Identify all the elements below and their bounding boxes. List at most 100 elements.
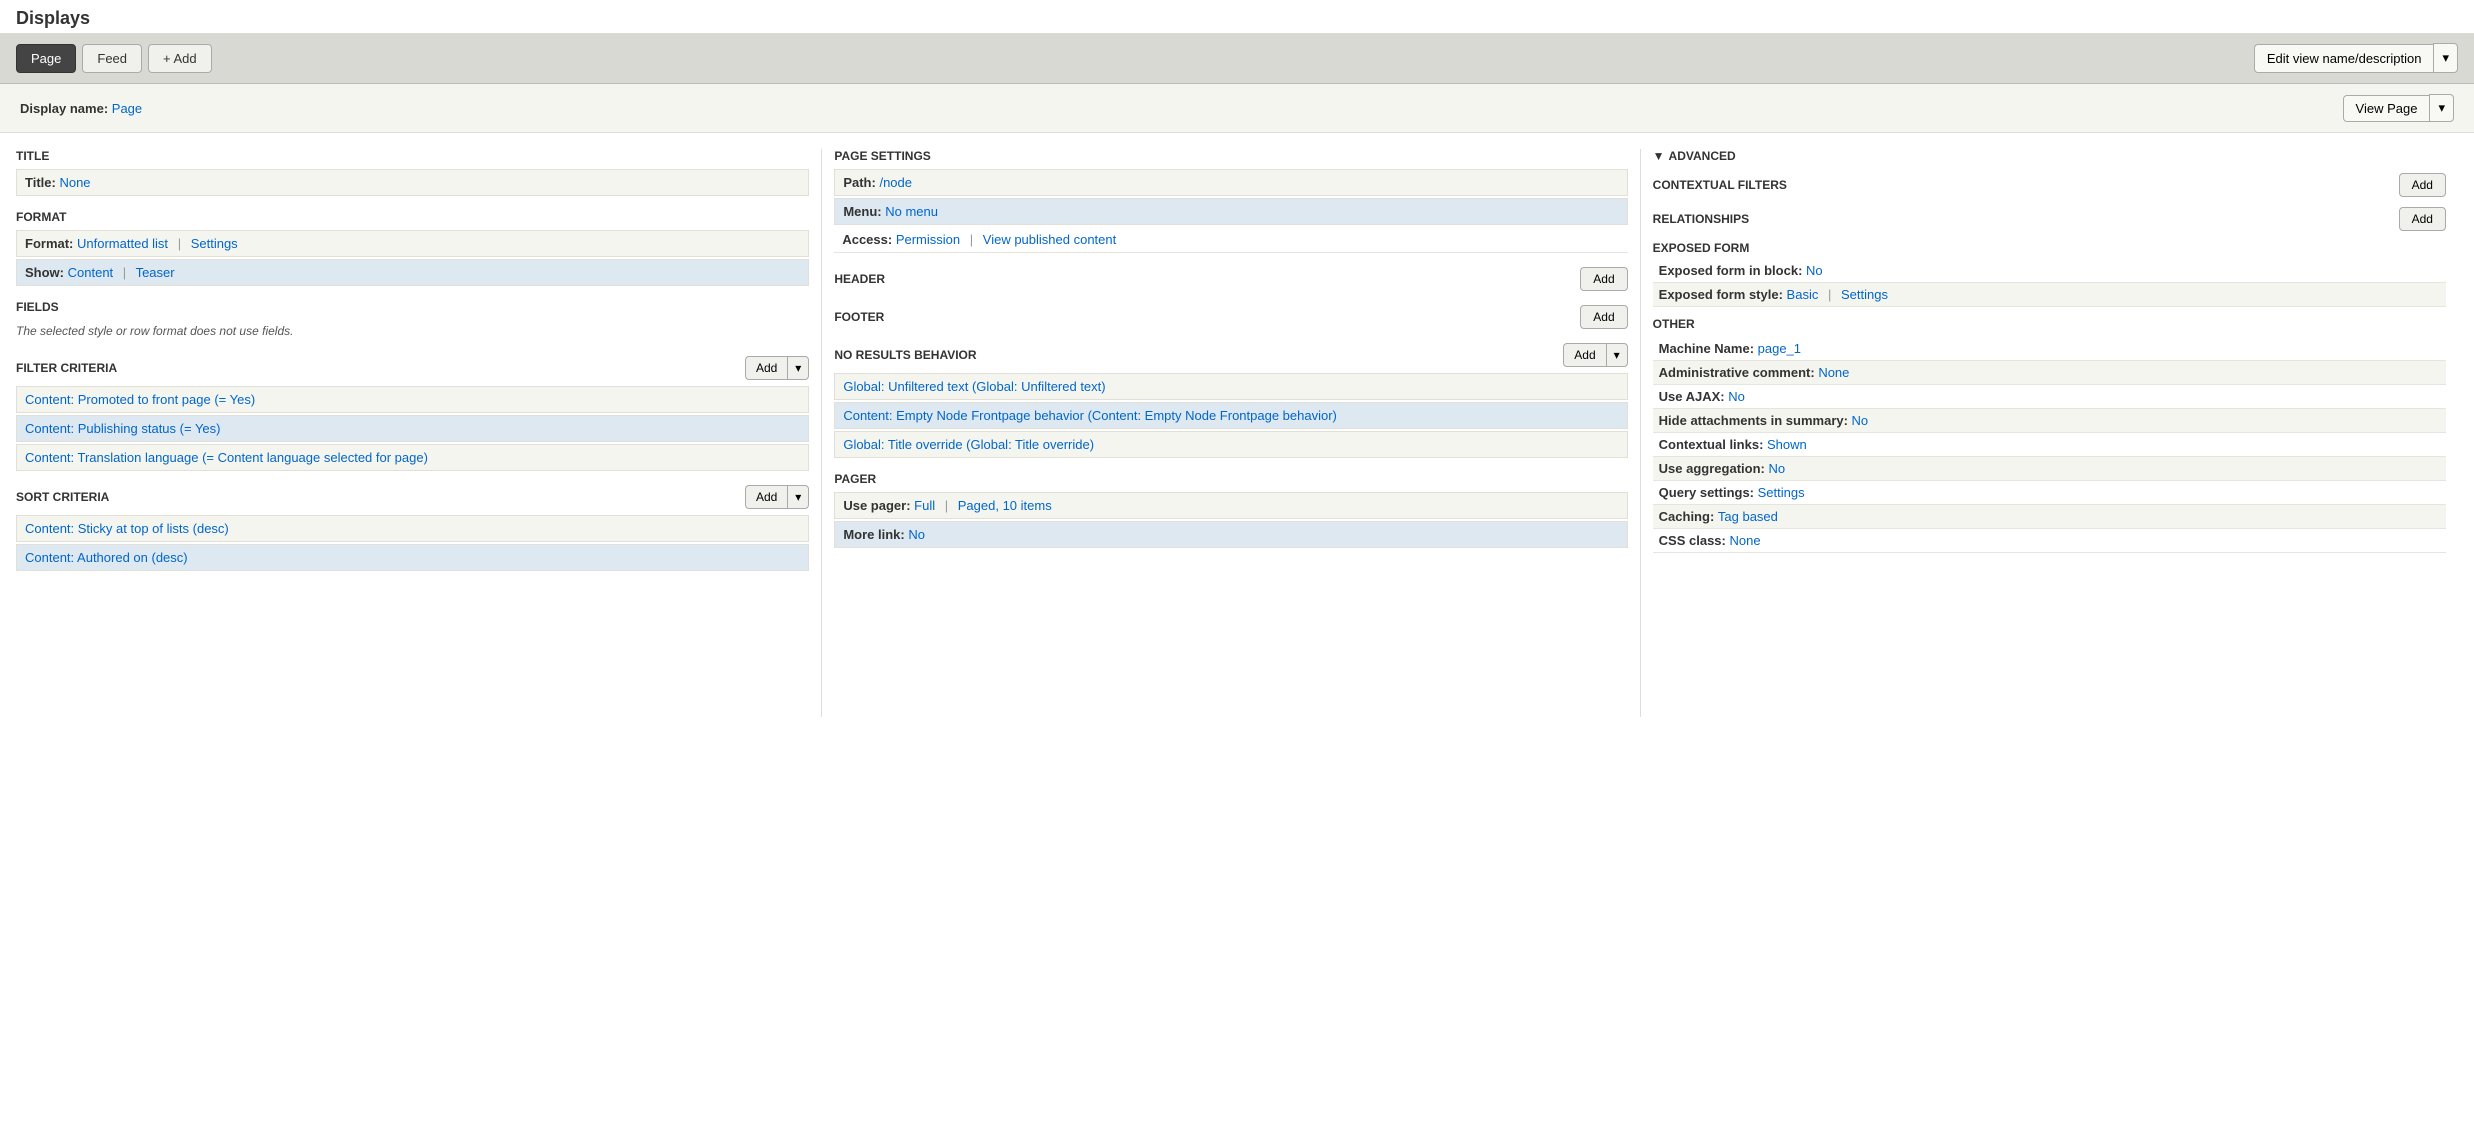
other-item-4: Contextual links: Shown — [1653, 433, 2446, 457]
relationships-section: RELATIONSHIPS Add — [1653, 207, 2446, 231]
use-pager-value[interactable]: Full — [914, 498, 935, 513]
access-row: Access: Permission | View published cont… — [834, 227, 1627, 253]
top-bar: Page Feed + Add Edit view name/descripti… — [0, 33, 2474, 84]
fields-note: The selected style or row format does no… — [16, 320, 809, 342]
other-contextual-links[interactable]: Shown — [1767, 437, 1807, 452]
exposed-form-in-block-row: Exposed form in block: No — [1653, 259, 2446, 283]
exposed-form-style-value[interactable]: Basic — [1787, 287, 1819, 302]
view-page-dropdown[interactable]: ▾ — [2429, 94, 2454, 122]
tab-add[interactable]: + Add — [148, 44, 212, 73]
format-value[interactable]: Unformatted list — [77, 236, 168, 251]
edit-view-name-button[interactable]: Edit view name/description — [2254, 44, 2434, 73]
other-item-8: CSS class: None — [1653, 529, 2446, 553]
view-page-group: View Page ▾ — [2343, 94, 2454, 122]
title-section-header: TITLE — [16, 149, 809, 163]
other-item-2: Use AJAX: No — [1653, 385, 2446, 409]
exposed-form-style-row: Exposed form style: Basic | Settings — [1653, 283, 2446, 307]
access-value[interactable]: Permission — [896, 232, 960, 247]
title-value[interactable]: None — [59, 175, 90, 190]
other-section-header: OTHER — [1653, 317, 2446, 331]
filter-item-0: Content: Promoted to front page (= Yes) — [16, 386, 809, 413]
exposed-form-header: EXPOSED FORM — [1653, 241, 2446, 255]
no-results-header: NO RESULTS BEHAVIOR Add ▾ — [834, 343, 1627, 367]
no-results-section: NO RESULTS BEHAVIOR Add ▾ Global: Unfilt… — [834, 343, 1627, 458]
other-caching[interactable]: Tag based — [1718, 509, 1778, 524]
display-name-value[interactable]: Page — [112, 101, 142, 116]
view-page-button[interactable]: View Page — [2343, 95, 2430, 122]
middle-column: PAGE SETTINGS Path: /node Menu: No menu … — [822, 149, 1640, 717]
left-column: TITLE Title: None FORMAT Format: Unforma… — [16, 149, 822, 717]
path-value[interactable]: /node — [879, 175, 912, 190]
sort-add-group: Add ▾ — [745, 485, 809, 509]
format-section: FORMAT Format: Unformatted list | Settin… — [16, 210, 809, 286]
relationships-add-button[interactable]: Add — [2399, 207, 2446, 231]
header-add-button[interactable]: Add — [1580, 267, 1627, 291]
sort-criteria-header: SORT CRITERIA Add ▾ — [16, 485, 809, 509]
page-settings-section: PAGE SETTINGS Path: /node Menu: No menu … — [834, 149, 1627, 253]
filter-add-button[interactable]: Add — [745, 356, 787, 380]
path-row: Path: /node — [834, 169, 1627, 196]
edit-view-group: Edit view name/description ▾ — [2254, 43, 2458, 73]
menu-row: Menu: No menu — [834, 198, 1627, 225]
fields-section: FIELDS The selected style or row format … — [16, 300, 809, 342]
more-link-row: More link: No — [834, 521, 1627, 548]
filter-add-group: Add ▾ — [745, 356, 809, 380]
format-settings-link[interactable]: Settings — [191, 236, 238, 251]
page-title: Displays — [0, 0, 2474, 33]
no-results-item-1: Content: Empty Node Frontpage behavior (… — [834, 402, 1627, 429]
pager-section: PAGER Use pager: Full | Paged, 10 items … — [834, 472, 1627, 548]
footer-section: FOOTER Add — [834, 305, 1627, 329]
display-name-label: Display name: Page — [20, 101, 142, 116]
menu-value[interactable]: No menu — [885, 204, 938, 219]
use-pager-value2[interactable]: Paged, 10 items — [958, 498, 1052, 513]
other-use-aggregation[interactable]: No — [1768, 461, 1785, 476]
footer-add-button[interactable]: Add — [1580, 305, 1627, 329]
contextual-filters-add-button[interactable]: Add — [2399, 173, 2446, 197]
page-settings-header: PAGE SETTINGS — [834, 149, 1627, 163]
filter-item-1: Content: Publishing status (= Yes) — [16, 415, 809, 442]
other-css-class[interactable]: None — [1729, 533, 1760, 548]
other-use-ajax[interactable]: No — [1728, 389, 1745, 404]
no-results-item-0: Global: Unfiltered text (Global: Unfilte… — [834, 373, 1627, 400]
other-section: OTHER Machine Name: page_1 Administrativ… — [1653, 317, 2446, 553]
other-admin-comment[interactable]: None — [1818, 365, 1849, 380]
other-item-7: Caching: Tag based — [1653, 505, 2446, 529]
sort-add-button[interactable]: Add — [745, 485, 787, 509]
no-results-add-dropdown[interactable]: ▾ — [1606, 343, 1628, 367]
other-item-1: Administrative comment: None — [1653, 361, 2446, 385]
show-content-link[interactable]: Content — [68, 265, 114, 280]
sort-criteria-section: SORT CRITERIA Add ▾ Content: Sticky at t… — [16, 485, 809, 571]
filter-criteria-header: FILTER CRITERIA Add ▾ — [16, 356, 809, 380]
fields-section-header: FIELDS — [16, 300, 809, 314]
advanced-triangle-icon: ▼ — [1653, 149, 1665, 163]
footer-section-header: FOOTER Add — [834, 305, 1627, 329]
relationships-header: RELATIONSHIPS Add — [1653, 207, 2446, 231]
header-section: HEADER Add — [834, 267, 1627, 291]
filter-add-dropdown[interactable]: ▾ — [787, 356, 809, 380]
tab-page[interactable]: Page — [16, 44, 76, 73]
show-teaser-link[interactable]: Teaser — [136, 265, 175, 280]
no-results-add-button[interactable]: Add — [1563, 343, 1605, 367]
other-item-5: Use aggregation: No — [1653, 457, 2446, 481]
sort-item-1: Content: Authored on (desc) — [16, 544, 809, 571]
other-hide-attachments[interactable]: No — [1852, 413, 1869, 428]
exposed-form-style-settings[interactable]: Settings — [1841, 287, 1888, 302]
use-pager-row: Use pager: Full | Paged, 10 items — [834, 492, 1627, 519]
format-section-header: FORMAT — [16, 210, 809, 224]
tab-feed[interactable]: Feed — [82, 44, 142, 73]
edit-view-name-dropdown[interactable]: ▾ — [2433, 43, 2458, 73]
other-machine-name[interactable]: page_1 — [1758, 341, 1801, 356]
sort-item-0: Content: Sticky at top of lists (desc) — [16, 515, 809, 542]
access-value2[interactable]: View published content — [983, 232, 1116, 247]
header-section-header: HEADER Add — [834, 267, 1627, 291]
sort-add-dropdown[interactable]: ▾ — [787, 485, 809, 509]
contextual-filters-section: CONTEXTUAL FILTERS Add — [1653, 173, 2446, 197]
show-row: Show: Content | Teaser — [16, 259, 809, 286]
other-query-settings[interactable]: Settings — [1758, 485, 1805, 500]
no-results-add-group: Add ▾ — [1563, 343, 1627, 367]
filter-criteria-section: FILTER CRITERIA Add ▾ Content: Promoted … — [16, 356, 809, 471]
other-item-3: Hide attachments in summary: No — [1653, 409, 2446, 433]
main-content: TITLE Title: None FORMAT Format: Unforma… — [0, 133, 2474, 733]
more-link-value[interactable]: No — [908, 527, 925, 542]
exposed-form-in-block-value[interactable]: No — [1806, 263, 1823, 278]
